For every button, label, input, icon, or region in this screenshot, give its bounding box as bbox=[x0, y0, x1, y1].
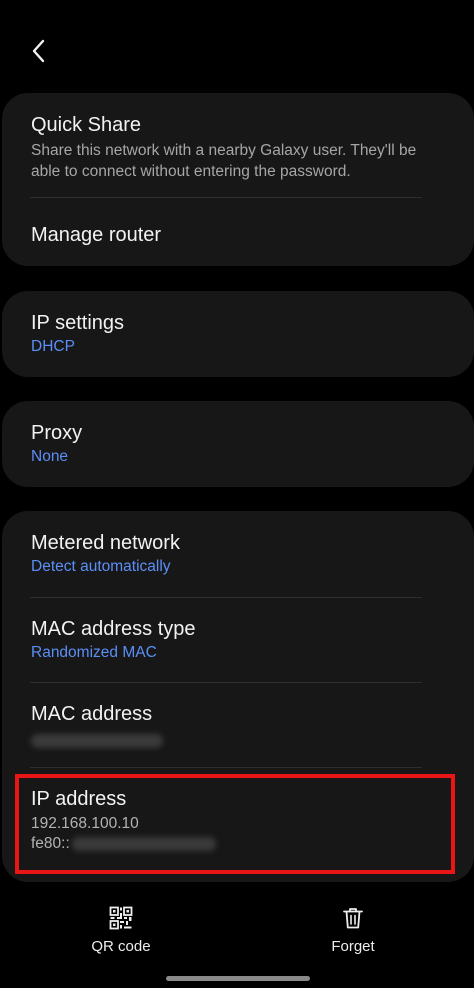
ipv6-address: fe80:: bbox=[31, 834, 438, 854]
redacted-ipv6-suffix bbox=[71, 836, 216, 851]
metered-network-item[interactable]: Metered network Detect automatically bbox=[2, 511, 474, 597]
ipv6-prefix: fe80:: bbox=[31, 835, 70, 852]
ip-settings-item[interactable]: IP settings DHCP bbox=[2, 291, 474, 377]
qr-code-icon bbox=[109, 906, 133, 930]
trash-icon bbox=[343, 908, 363, 929]
mac-address-type-value: Randomized MAC bbox=[31, 644, 157, 661]
ip-address-item: IP address 192.168.100.10 fe80:: bbox=[2, 767, 474, 882]
proxy-title: Proxy bbox=[31, 422, 83, 444]
ip-settings-card: IP settings DHCP bbox=[2, 291, 474, 377]
proxy-value: None bbox=[31, 448, 69, 465]
share-router-card: Quick Share Share this network with a ne… bbox=[2, 93, 474, 266]
back-button[interactable] bbox=[22, 34, 56, 68]
manage-router-item[interactable]: Manage router bbox=[2, 197, 474, 266]
forget-button[interactable]: Forget bbox=[293, 906, 413, 955]
proxy-card: Proxy None bbox=[2, 401, 474, 487]
forget-label: Forget bbox=[331, 938, 375, 955]
quick-share-title: Quick Share bbox=[31, 114, 142, 136]
redacted-mac-address bbox=[31, 733, 163, 748]
quick-share-item[interactable]: Quick Share Share this network with a ne… bbox=[2, 93, 474, 197]
proxy-item[interactable]: Proxy None bbox=[2, 401, 474, 487]
ip-address-title: IP address bbox=[31, 788, 127, 810]
mac-address-item: MAC address bbox=[2, 682, 474, 767]
qr-code-button[interactable]: QR code bbox=[61, 906, 181, 955]
mac-address-type-title: MAC address type bbox=[31, 618, 196, 640]
qr-code-label: QR code bbox=[91, 938, 151, 955]
manage-router-title: Manage router bbox=[31, 224, 162, 246]
ip-settings-title: IP settings bbox=[31, 312, 125, 334]
network-details-card: Metered network Detect automatically MAC… bbox=[2, 511, 474, 882]
metered-network-value: Detect automatically bbox=[31, 558, 171, 575]
gesture-nav-bar[interactable] bbox=[166, 976, 310, 981]
mac-address-type-item[interactable]: MAC address type Randomized MAC bbox=[2, 597, 474, 682]
ip-settings-value: DHCP bbox=[31, 338, 75, 355]
quick-share-description: Share this network with a nearby Galaxy … bbox=[31, 142, 417, 180]
chevron-left-icon bbox=[32, 39, 45, 63]
metered-network-title: Metered network bbox=[31, 532, 180, 554]
mac-address-title: MAC address bbox=[31, 703, 153, 725]
ipv4-address: 192.168.100.10 bbox=[31, 815, 139, 832]
